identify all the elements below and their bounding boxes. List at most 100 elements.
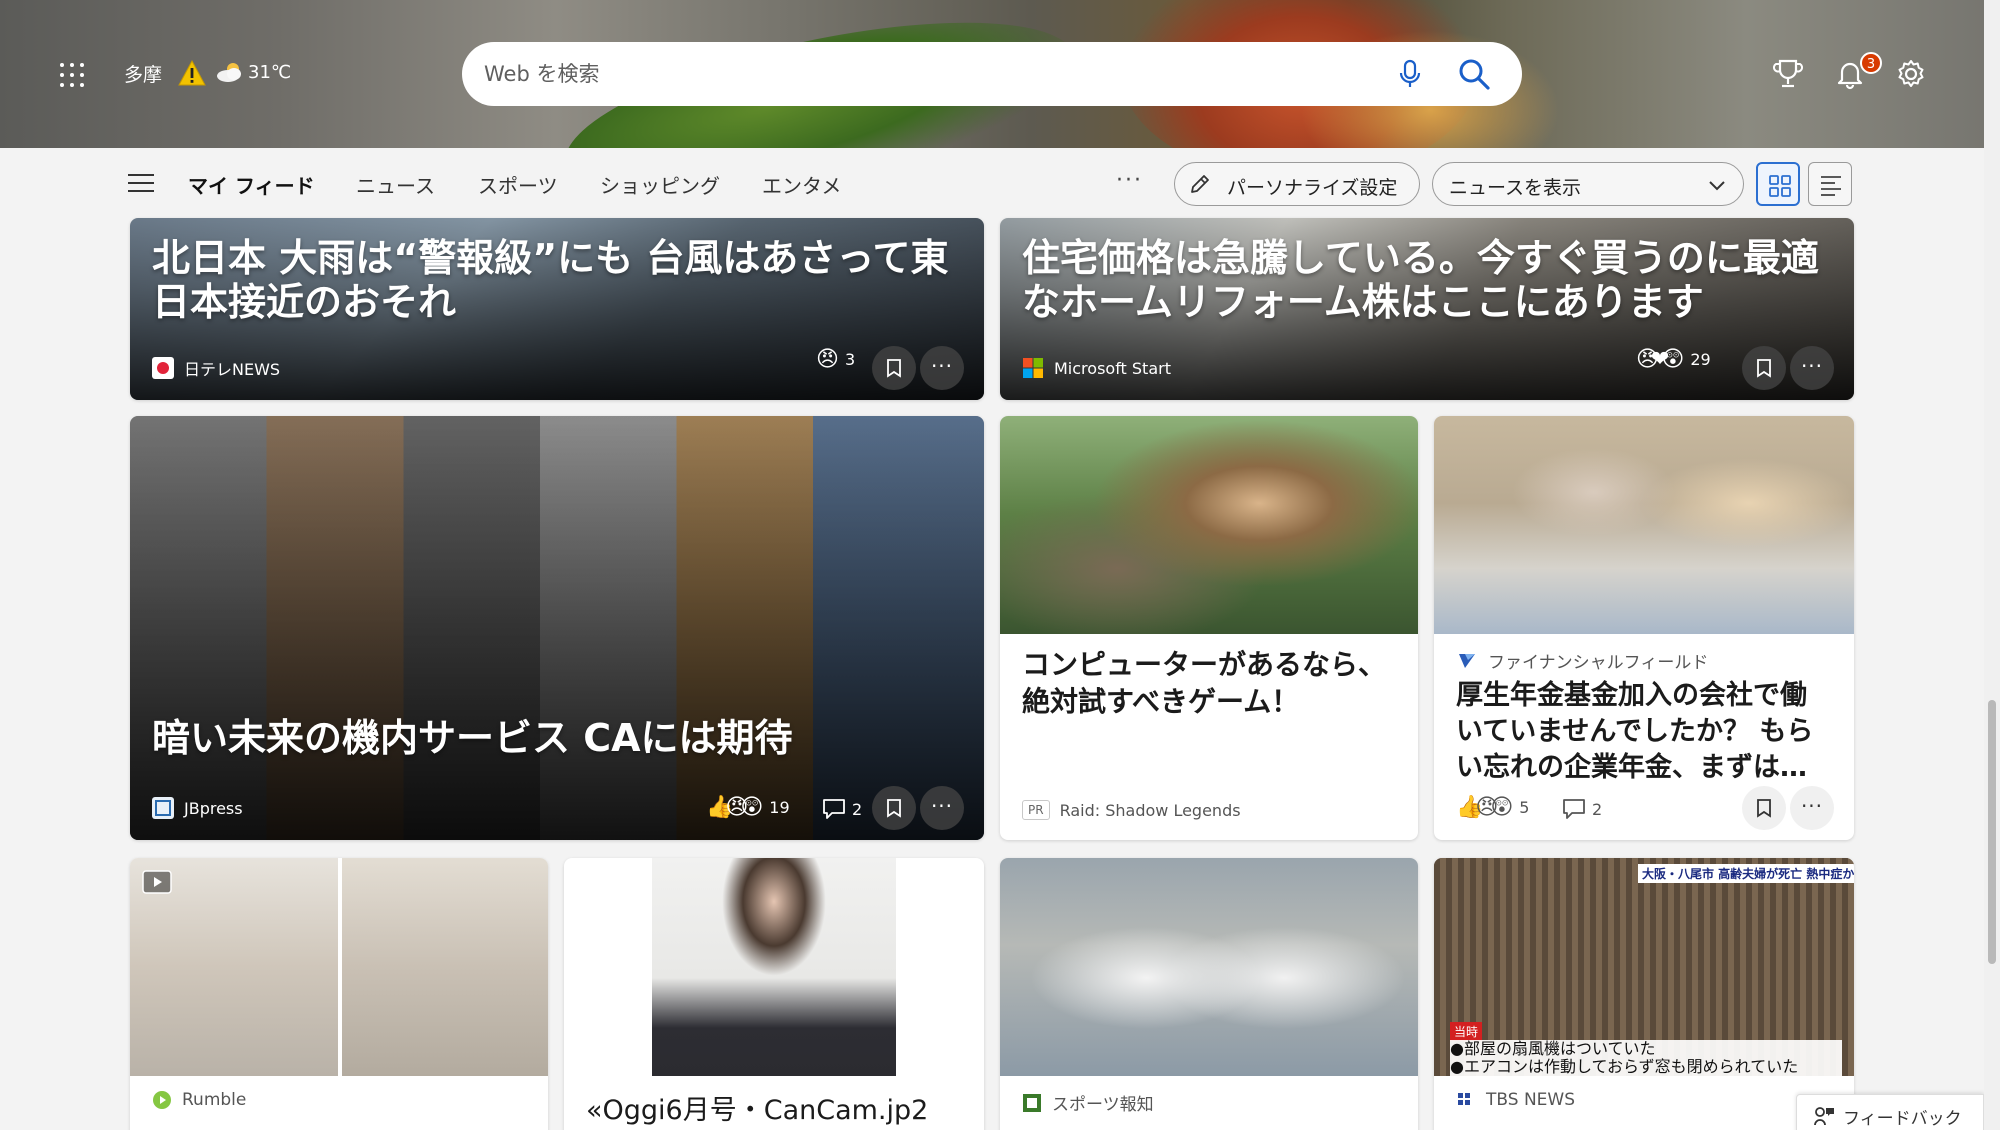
- more-options-button[interactable]: ···: [1790, 786, 1834, 830]
- news-card-weather[interactable]: 北日本 大雨は“警報級”にも 台風はあさって東日本接近のおそれ 日テレNEWS …: [130, 218, 984, 400]
- publisher[interactable]: スポーツ報知: [1022, 1090, 1154, 1115]
- news-caption-top: 大阪・八尾市 高齢夫婦が死亡 熱中症か: [1638, 864, 1854, 883]
- scrollbar-thumb[interactable]: [1988, 700, 1996, 964]
- tab-my-feed[interactable]: マイ フィード: [188, 170, 315, 199]
- comment-icon: [1563, 799, 1585, 819]
- more-options-button[interactable]: ···: [920, 346, 964, 390]
- microsoft-logo-icon: [1022, 357, 1044, 379]
- weather-location[interactable]: 多摩: [124, 60, 162, 87]
- reactions[interactable]: 😠❤😲 29: [1636, 347, 1711, 372]
- video-play-icon: [142, 870, 172, 894]
- feedback-label: フィードバック: [1843, 1109, 1962, 1129]
- save-button[interactable]: [1742, 346, 1786, 390]
- grid-layout-icon: [1769, 175, 1791, 197]
- bookmark-icon: [887, 359, 901, 378]
- news-card-oggi[interactable]: «Oggi6月号・CanCam.jp2: [564, 858, 984, 1130]
- tab-shopping[interactable]: ショッピング: [600, 170, 720, 199]
- warning-icon[interactable]: [178, 60, 206, 86]
- content-type-value: ニュースを表示: [1449, 177, 1582, 199]
- reactions[interactable]: 😠 3: [816, 347, 855, 372]
- news-card-cabin-service[interactable]: 暗い未来の機内サービス CAには期待 JBpress 👍😠😲 19 2 ···: [130, 416, 984, 840]
- save-button[interactable]: [872, 786, 916, 830]
- tbs-news-logo-icon: [1458, 1093, 1470, 1105]
- save-button[interactable]: [872, 346, 916, 390]
- game-ad-image: [1000, 416, 1418, 634]
- publisher[interactable]: ファイナンシャルフィールド: [1456, 648, 1708, 673]
- publisher[interactable]: Rumble: [152, 1090, 246, 1110]
- bookmark-icon: [887, 799, 901, 818]
- news-headline[interactable]: 住宅価格は急騰している。今すぐ買うのに最適なホームリフォーム株はここにあります: [1022, 236, 1842, 324]
- tab-sports[interactable]: スポーツ: [478, 170, 558, 199]
- rumble-logo-icon: [153, 1091, 171, 1109]
- reaction-emojis-icon: 👍😠😲: [706, 795, 763, 820]
- news-caption-line: ●エアコンは作動しておらず窓も閉められていた: [1450, 1057, 1799, 1076]
- tab-entertainment[interactable]: エンタメ: [762, 170, 841, 199]
- ellipsis-icon: ···: [930, 354, 954, 378]
- news-caption-box: ●部屋の扇風機はついていた ●エアコンは作動しておらず窓も閉められていた: [1450, 1040, 1842, 1076]
- comments[interactable]: 2: [1562, 798, 1602, 820]
- chevron-down-icon: [1709, 181, 1725, 191]
- reaction-emojis-icon: 👍😠😲: [1456, 795, 1513, 820]
- sports-hochi-logo-icon: [1023, 1093, 1041, 1112]
- news-card-housing[interactable]: 住宅価格は急騰している。今すぐ買うのに最適なホームリフォーム株はここにあります …: [1000, 218, 1854, 400]
- news-headline[interactable]: 厚生年金基金加入の会社で働いていませんでしたか？ もらい忘れの企業年金、まずは…: [1456, 678, 1832, 786]
- feedback-icon: [1814, 1107, 1834, 1126]
- search-input[interactable]: [484, 42, 1364, 106]
- news-image: [652, 858, 896, 1076]
- comment-count: 2: [1592, 799, 1603, 819]
- temperature[interactable]: 31℃: [248, 62, 291, 83]
- publisher[interactable]: 日テレNEWS: [152, 356, 280, 380]
- reaction-count: 5: [1519, 798, 1530, 817]
- pr-label: PR: [1022, 800, 1050, 820]
- search-icon[interactable]: [1456, 56, 1492, 92]
- more-options-button[interactable]: ···: [920, 786, 964, 830]
- publisher-name: TBS NEWS: [1486, 1090, 1576, 1110]
- hamburger-menu-icon[interactable]: [128, 174, 154, 194]
- video-thumbnail-right: [342, 858, 548, 1076]
- news-card-tbs[interactable]: 大阪・八尾市 高齢夫婦が死亡 熱中症か 当時 ●部屋の扇風機はついていた ●エア…: [1434, 858, 1854, 1130]
- sponsor[interactable]: PR Raid: Shadow Legends: [1022, 800, 1241, 820]
- microphone-icon[interactable]: [1394, 58, 1426, 90]
- partly-cloudy-icon[interactable]: [214, 60, 246, 84]
- news-card-pension[interactable]: ファイナンシャルフィールド 厚生年金基金加入の会社で働いていませんでしたか？ も…: [1434, 416, 1854, 840]
- search-box[interactable]: [462, 42, 1522, 106]
- publisher-name: ファイナンシャルフィールド: [1488, 653, 1709, 673]
- rewards-trophy-icon[interactable]: [1773, 58, 1803, 90]
- news-headline[interactable]: 暗い未来の機内サービス CAには期待: [152, 716, 972, 760]
- nav-more-button[interactable]: ···: [1116, 168, 1143, 193]
- news-headline[interactable]: «Oggi6月号・CanCam.jp2: [586, 1092, 962, 1129]
- comment-icon: [823, 799, 845, 819]
- publisher[interactable]: Microsoft Start: [1022, 356, 1171, 380]
- comments[interactable]: 2: [822, 798, 862, 820]
- video-card-rumble[interactable]: Rumble: [130, 858, 548, 1130]
- news-headline[interactable]: 北日本 大雨は“警報級”にも 台風はあさって東日本接近のおそれ: [152, 236, 972, 324]
- publisher[interactable]: JBpress: [152, 796, 243, 820]
- list-view-button[interactable]: [1808, 162, 1852, 206]
- reactions[interactable]: 👍😠😲 19: [706, 795, 790, 820]
- personalize-button[interactable]: パーソナライズ設定: [1174, 162, 1420, 206]
- list-layout-icon: [1821, 176, 1841, 196]
- news-card-karate[interactable]: スポーツ報知: [1000, 858, 1418, 1130]
- settings-gear-icon[interactable]: [1895, 58, 1927, 90]
- ellipsis-icon: ···: [1800, 794, 1824, 818]
- page-scrollbar[interactable]: [1984, 0, 2000, 1130]
- publisher-name: スポーツ報知: [1052, 1095, 1154, 1115]
- tab-news[interactable]: ニュース: [356, 170, 435, 199]
- grid-view-button[interactable]: [1756, 162, 1800, 206]
- content-type-select[interactable]: ニュースを表示: [1432, 162, 1744, 206]
- reaction-count: 3: [844, 350, 856, 369]
- ad-headline[interactable]: コンピューターがあるなら、絶対試すべきゲーム！: [1022, 646, 1396, 720]
- app-launcher-icon[interactable]: [60, 63, 84, 87]
- bookmark-icon: [1757, 359, 1771, 378]
- angry-emoji-icon: 😠: [816, 347, 839, 372]
- reactions[interactable]: 👍😠😲 5: [1456, 795, 1529, 820]
- more-options-button[interactable]: ···: [1790, 346, 1834, 390]
- publisher[interactable]: TBS NEWS: [1456, 1090, 1575, 1110]
- save-button[interactable]: [1742, 786, 1786, 830]
- ellipsis-icon: ···: [1800, 354, 1824, 378]
- publisher-name: Rumble: [182, 1090, 247, 1110]
- jbpress-logo-icon: [152, 797, 174, 819]
- sponsored-card-game[interactable]: コンピューターがあるなら、絶対試すべきゲーム！ PR Raid: Shadow …: [1000, 416, 1418, 840]
- feedback-button[interactable]: フィードバック: [1796, 1094, 1984, 1130]
- news-image: [1000, 858, 1418, 1076]
